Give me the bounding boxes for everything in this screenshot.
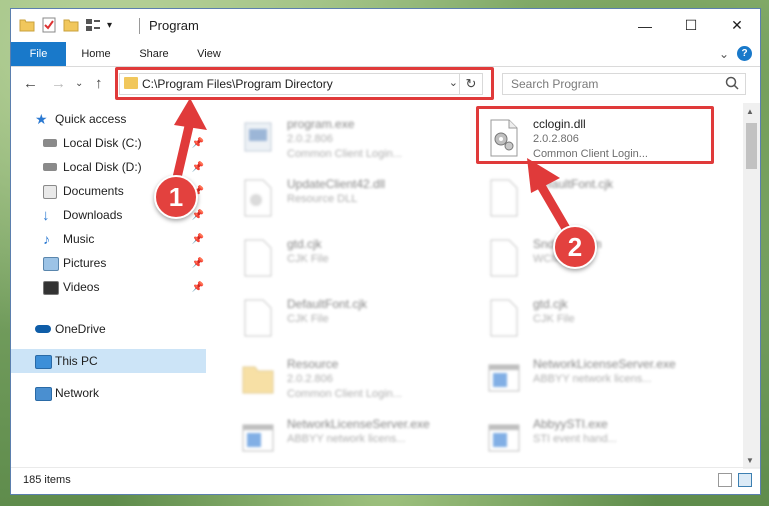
annotation-arrows <box>171 98 573 237</box>
arrow-to-address <box>171 98 207 187</box>
arrow-to-file <box>527 158 573 237</box>
annotation-badge-1: 1 <box>154 175 198 219</box>
annotation-badge-2: 2 <box>553 225 597 269</box>
